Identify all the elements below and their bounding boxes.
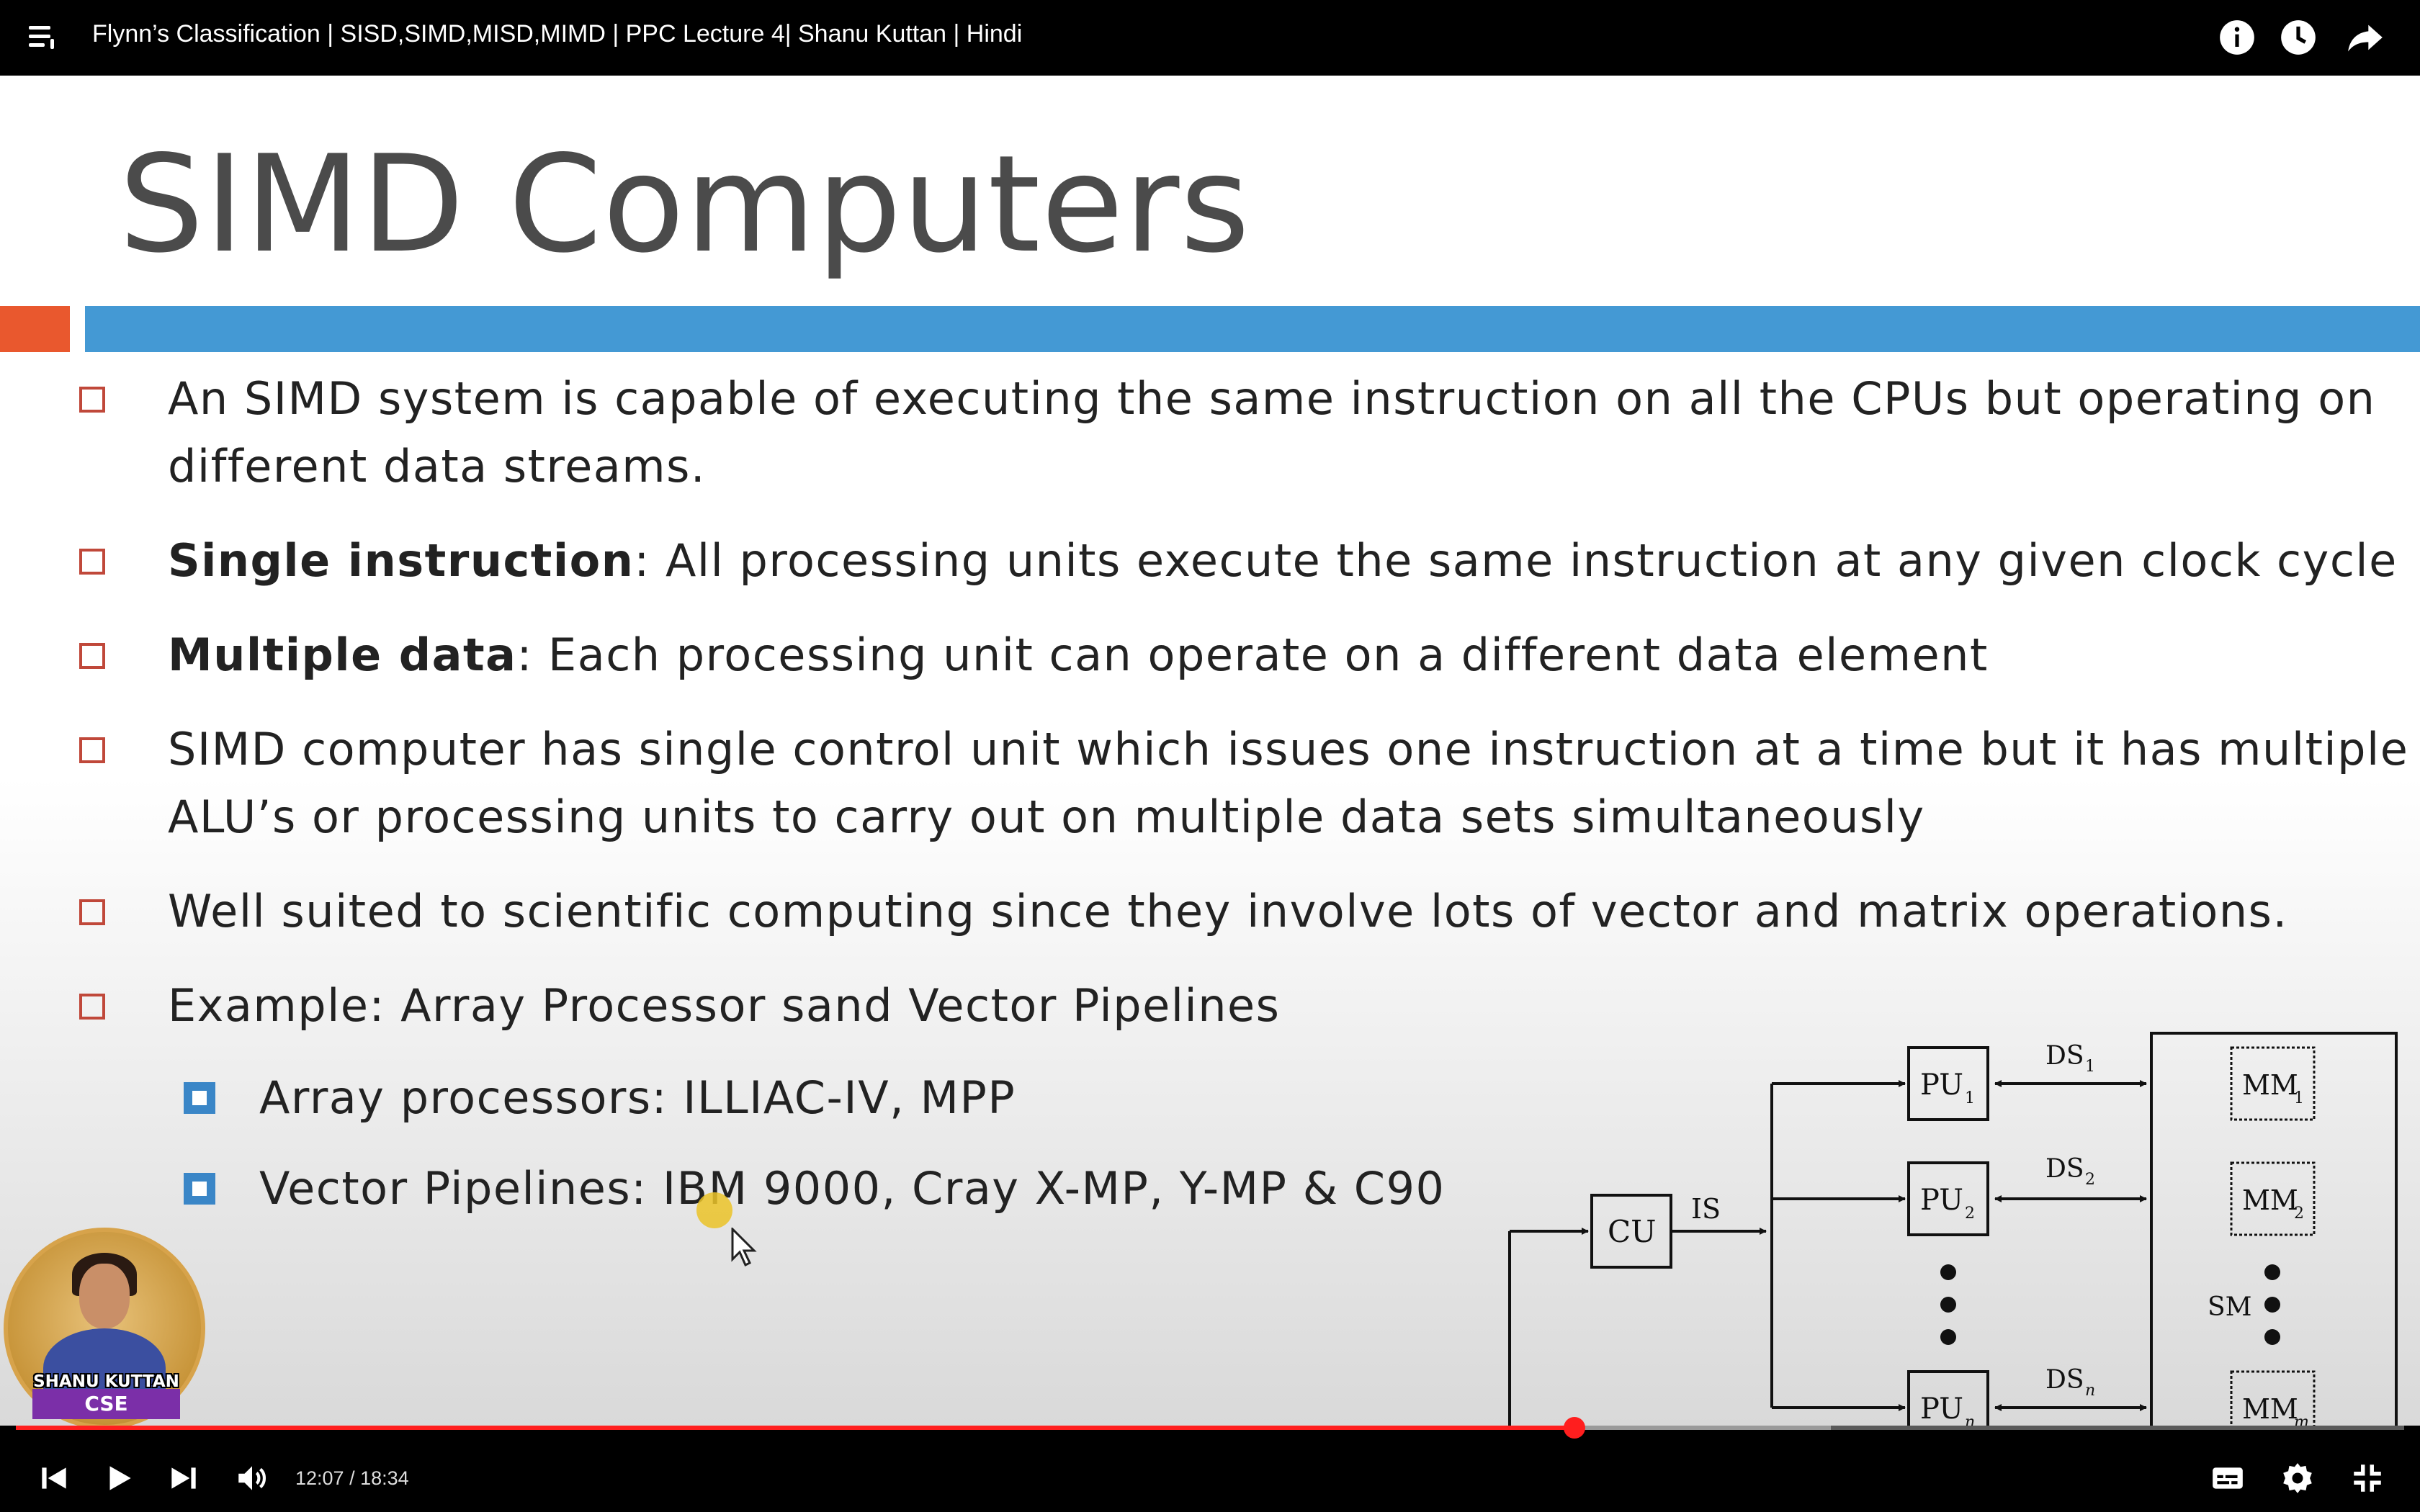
progress-scrubber[interactable] [1564, 1417, 1585, 1439]
mm-subscript: 2 [2294, 1205, 2304, 1223]
bullet-rest: : Each processing unit can operate on a … [516, 629, 1989, 681]
bullet-text: Single instruction: All processing units… [168, 527, 2398, 595]
ds-label: DS [2045, 1041, 2084, 1071]
bullet-text: different data streams. [168, 440, 707, 492]
bullet-text: An SIMD system is capable of executing t… [168, 372, 2376, 425]
video-frame[interactable]: SIMD Computers An SIMD system is capable… [0, 76, 2420, 1426]
accent-bar-blue [85, 306, 2420, 352]
menu-icon[interactable] [29, 23, 60, 52]
mm-label: MM [2242, 1184, 2298, 1216]
pu-subscript: n [1965, 1413, 1975, 1426]
info-icon[interactable] [2218, 19, 2256, 56]
captions-icon[interactable] [2210, 1460, 2246, 1496]
bullet-bold-term: Single instruction [168, 534, 635, 587]
ds-subscript: n [2085, 1382, 2095, 1400]
sub-bullet-marker [184, 1082, 215, 1114]
bullet-marker [79, 994, 105, 1020]
logo-classes-text: CSE CLASSES [32, 1389, 180, 1426]
top-bar: Flynn’s Classification | SISD,SIMD,MISD,… [0, 0, 2420, 76]
bullet-text: Multiple data: Each processing unit can … [168, 621, 1989, 689]
is-label: IS [1691, 1193, 1721, 1225]
bullet-marker [79, 549, 105, 575]
pu-subscript: 2 [1965, 1205, 1975, 1223]
bullet-bold-term: Multiple data [168, 629, 517, 681]
progress-played [16, 1426, 1574, 1430]
share-icon[interactable] [2347, 19, 2384, 56]
watch-later-icon[interactable] [2280, 19, 2317, 56]
bullet-text: SIMD computer has single control unit wh… [168, 723, 2409, 775]
pu-label: PU [1920, 1068, 1963, 1102]
bullet-text: Example: Array Processor sand Vector Pip… [168, 979, 1281, 1032]
pu-label: PU [1920, 1392, 1963, 1426]
bullet-text: Well suited to scientific computing sinc… [168, 885, 2288, 937]
exit-fullscreen-icon[interactable] [2349, 1460, 2385, 1496]
player-controls: 12:07 / 18:34 [0, 1417, 2420, 1512]
bullet-marker [79, 387, 105, 413]
ds-subscript: 2 [2085, 1171, 2095, 1189]
mm-label: MM [2242, 1393, 2298, 1425]
ds-label: DS [2045, 1154, 2084, 1184]
sm-label: SM [2208, 1292, 2252, 1322]
bullet-marker [79, 737, 105, 763]
sub-bullet-text: Array processors: ILLIAC-IV, MPP [259, 1071, 1016, 1124]
ds-label: DS [2045, 1365, 2084, 1395]
previous-icon[interactable] [36, 1460, 72, 1496]
mm-label: MM [2242, 1069, 2298, 1101]
mm-subscript: m [2294, 1413, 2309, 1426]
play-icon[interactable] [101, 1460, 137, 1496]
next-icon[interactable] [166, 1460, 202, 1496]
logo-presenter-face [79, 1264, 130, 1328]
cursor-highlight [696, 1192, 732, 1228]
mouse-pointer-icon [731, 1228, 757, 1267]
bullet-marker [79, 643, 105, 669]
simd-architecture-diagram: CU IS IS PU 1 PU 2 PU n DS 1 DS 2 DS n M… [1508, 1032, 2398, 1426]
sub-bullet-text: Vector Pipelines: IBM 9000, Cray X-MP, Y… [259, 1162, 1446, 1215]
bullet-marker [79, 899, 105, 925]
mm-subscript: 1 [2294, 1089, 2304, 1107]
ds-subscript: 1 [2085, 1058, 2095, 1076]
accent-bar-orange [0, 306, 70, 352]
bullet-rest: : All processing units execute the same … [634, 534, 2398, 587]
pu-subscript: 1 [1965, 1089, 1975, 1107]
time-display: 12:07 / 18:34 [295, 1467, 409, 1489]
slide-title: SIMD Computers [119, 126, 1251, 282]
pu-label: PU [1920, 1184, 1963, 1217]
sub-bullet-marker [184, 1173, 215, 1205]
video-title[interactable]: Flynn’s Classification | SISD,SIMD,MISD,… [92, 16, 1022, 52]
bullet-text: ALU’s or processing units to carry out o… [168, 791, 1925, 843]
volume-icon[interactable] [234, 1460, 270, 1496]
settings-icon[interactable] [2280, 1460, 2316, 1496]
cu-label: CU [1608, 1214, 1657, 1249]
